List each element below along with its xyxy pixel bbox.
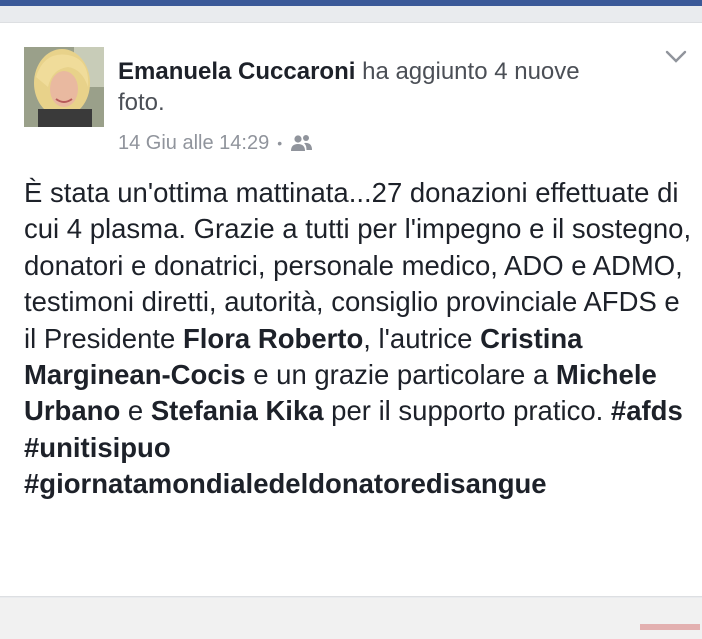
tag-flora-roberto[interactable]: Flora Roberto xyxy=(183,323,363,354)
photo-preview xyxy=(640,624,700,630)
tag-stefania-kika[interactable]: Stefania Kika xyxy=(151,395,324,426)
post-card: Emanuela Cuccaroni ha aggiunto 4 nuove f… xyxy=(0,22,702,597)
post-text: per il supporto pratico. xyxy=(323,395,611,427)
chevron-down-icon[interactable] xyxy=(664,49,688,65)
post-body: È stata un'ottima mattinata...27 donazio… xyxy=(24,175,694,503)
post-header: Emanuela Cuccaroni ha aggiunto 4 nuove f… xyxy=(118,56,618,118)
timestamp[interactable]: 14 Giu alle 14:29 xyxy=(118,132,269,155)
hashtag-unitisipuo[interactable]: #unitisipuo xyxy=(24,432,171,463)
post-meta: 14 Giu alle 14:29 • xyxy=(118,130,314,156)
friends-icon[interactable] xyxy=(290,134,314,152)
photo-strip[interactable] xyxy=(0,598,702,639)
top-nav-bar xyxy=(0,0,702,6)
avatar[interactable] xyxy=(24,47,104,127)
post-text: e un grazie particolare a xyxy=(245,359,556,391)
hashtag-afds[interactable]: #afds xyxy=(611,395,683,426)
post-text: e xyxy=(120,395,151,427)
meta-separator: • xyxy=(277,135,283,151)
hashtag-giornatamondiale[interactable]: #giornatamondialedeldonatoredisangue xyxy=(24,468,547,499)
post-text: , l'autrice xyxy=(363,322,481,354)
author-name[interactable]: Emanuela Cuccaroni xyxy=(118,58,355,85)
